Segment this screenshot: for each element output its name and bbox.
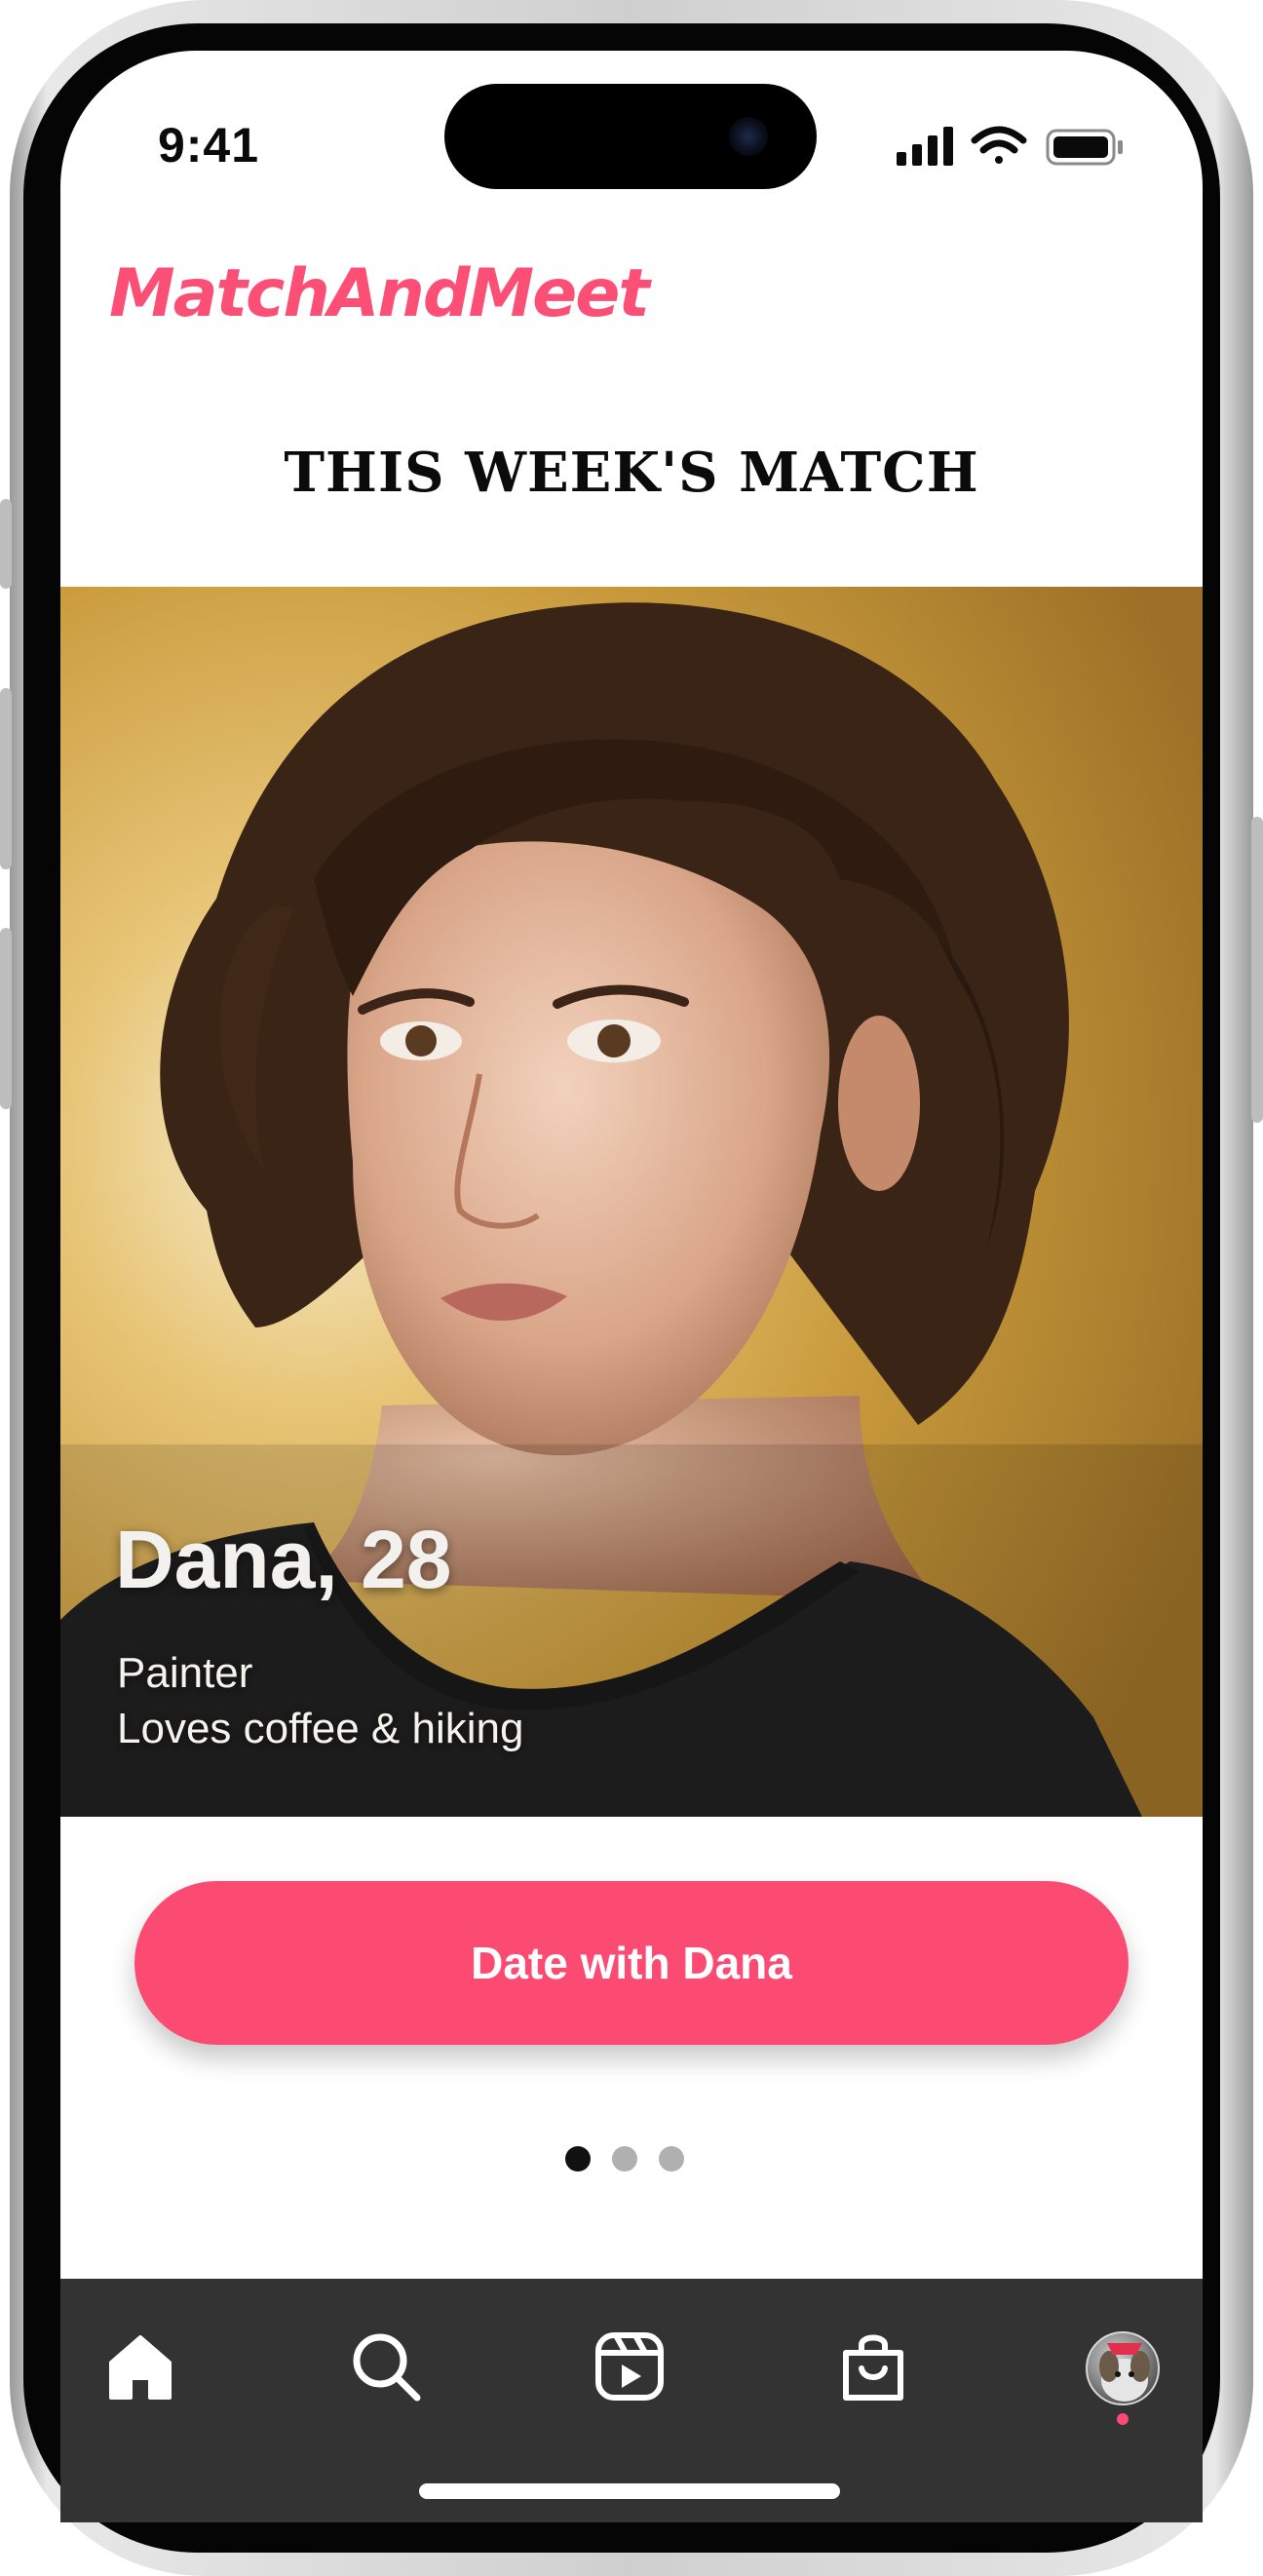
status-time: 9:41 [157,118,260,173]
date-button[interactable]: Date with Dana [134,1881,1129,2045]
search-icon [353,2333,421,2402]
profile-name-age: Dana, 28 [115,1514,452,1605]
profile-photo[interactable] [60,587,1203,1817]
shop-bag-icon [843,2334,903,2401]
page-dot[interactable] [659,2146,684,2172]
page-dot-active[interactable] [565,2146,591,2172]
front-camera [729,117,768,156]
profile-avatar[interactable] [1086,2331,1160,2405]
tab-reels[interactable] [591,2327,669,2405]
app-logo: MatchAndMeet [109,255,650,332]
action-button [0,499,12,589]
wifi-icon [971,126,1027,164]
cellular-signal-icon [897,127,953,166]
notification-dot [1117,2413,1129,2425]
home-icon [109,2335,172,2400]
volume-down-button [0,928,12,1109]
reels-icon [595,2332,664,2401]
tab-home[interactable] [101,2327,179,2405]
battery-icon [1046,129,1123,166]
profile-occupation: Painter [117,1649,253,1697]
dynamic-island [444,84,817,189]
section-title: THIS WEEK'S MATCH [284,441,979,505]
page-dot[interactable] [612,2146,637,2172]
power-button [1251,817,1263,1123]
status-icons [897,125,1130,168]
tab-search[interactable] [347,2327,425,2405]
tab-shop[interactable] [834,2327,912,2405]
profile-bio: Loves coffee & hiking [117,1705,524,1752]
volume-up-button [0,688,12,869]
home-indicator[interactable] [419,2483,840,2499]
